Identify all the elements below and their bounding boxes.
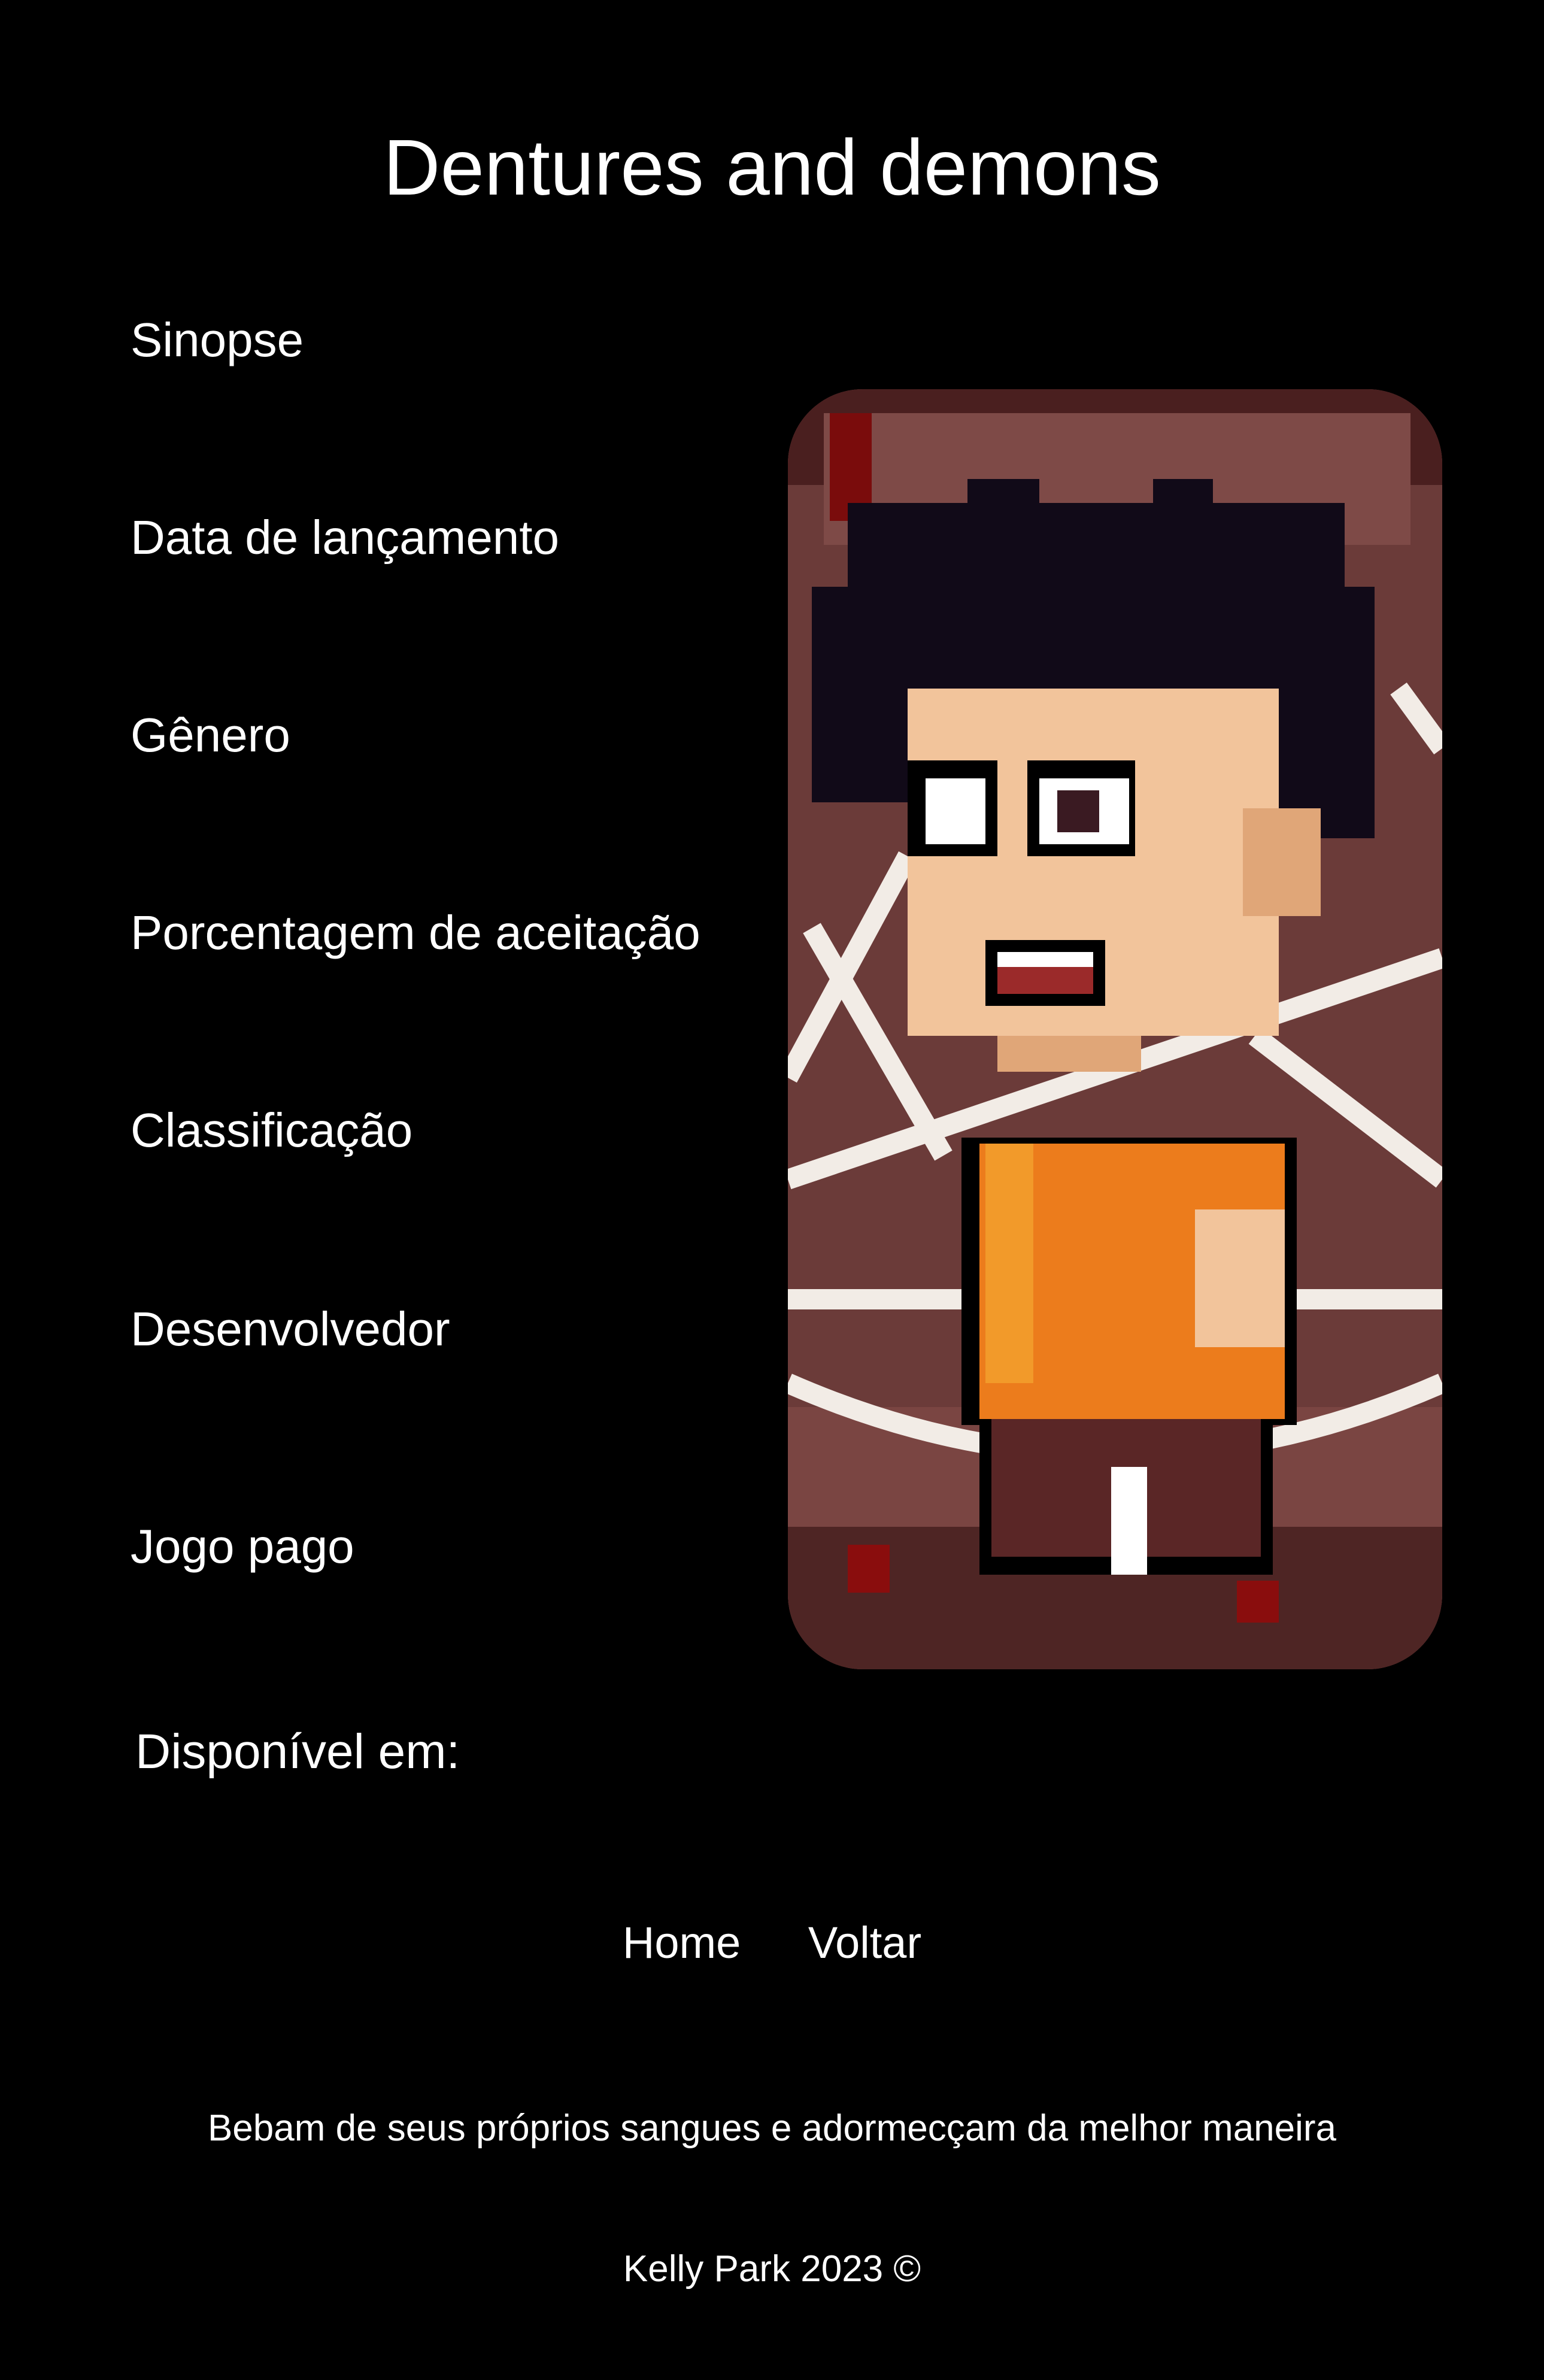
acceptance-label: Porcentagem de aceitação [131, 906, 700, 959]
footer-copyright: Kelly Park 2023 © [623, 2248, 921, 2290]
pixel-art-character-icon [788, 389, 1442, 1669]
rating-label: Classificação [131, 1103, 413, 1157]
page-title: Dentures and demons [383, 123, 1161, 211]
developer-label: Desenvolvedor [131, 1302, 450, 1356]
release-date-label: Data de lançamento [131, 511, 560, 564]
footer-tagline: Bebam de seus próprios sangues e adormec… [207, 2108, 1337, 2149]
back-link[interactable]: Voltar [808, 1916, 921, 1970]
footer-nav: Home Voltar [0, 1916, 1544, 1970]
genre-label: Gênero [131, 708, 290, 762]
game-cover-image [788, 389, 1442, 1669]
paid-label: Jogo pago [131, 1520, 354, 1573]
home-link[interactable]: Home [623, 1916, 741, 1970]
available-on-label: Disponível em: [135, 1724, 460, 1779]
synopsis-label: Sinopse [131, 313, 304, 366]
